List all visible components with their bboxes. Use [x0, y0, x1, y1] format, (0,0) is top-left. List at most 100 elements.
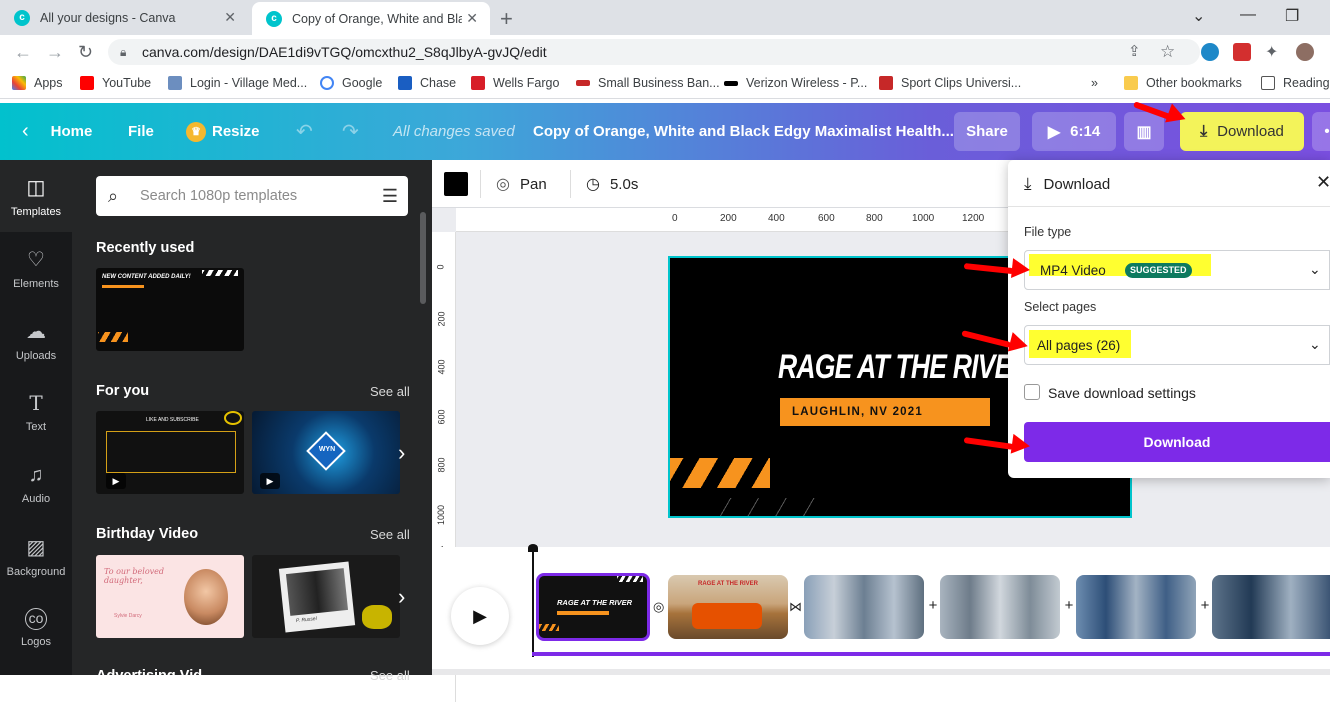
- for-you-see-all-link[interactable]: See all: [370, 384, 410, 399]
- undo-icon[interactable]: ↶: [296, 103, 313, 160]
- bookmark-star-icon[interactable]: ☆: [1160, 42, 1175, 62]
- bookmark-reading-list[interactable]: Reading: [1261, 76, 1330, 90]
- ruler-tick-label: 0: [435, 264, 446, 270]
- profile-avatar[interactable]: [1296, 43, 1314, 61]
- filter-sliders-icon[interactable]: ☰: [382, 176, 398, 216]
- rail-templates[interactable]: ◫ Templates: [0, 160, 72, 232]
- timeline-clip-5[interactable]: [1076, 575, 1196, 639]
- bookmarks-overflow-button[interactable]: »: [1091, 76, 1098, 90]
- thumb-text: WYN: [318, 446, 336, 453]
- crown-icon: ♛: [186, 121, 206, 142]
- playhead[interactable]: [532, 547, 534, 657]
- bookmark-wells-fargo[interactable]: Wells Fargo: [471, 76, 559, 90]
- present-button[interactable]: ▶ 6:14: [1032, 112, 1116, 151]
- file-type-select[interactable]: MP4 Video SUGGESTED ⌄: [1024, 250, 1330, 290]
- birthday-template-2[interactable]: P. Russel: [252, 555, 400, 638]
- share-page-icon[interactable]: ⇪: [1128, 42, 1141, 60]
- bookmark-chase[interactable]: Chase: [398, 76, 456, 90]
- subline-banner[interactable]: LAUGHLIN, NV 2021: [780, 398, 990, 426]
- thumb-hexagon: [224, 411, 242, 425]
- advertising-see-all-link[interactable]: See all: [370, 668, 410, 683]
- timeline-clip-1-selected[interactable]: RAGE AT THE RIVER: [536, 573, 650, 641]
- file-menu-button[interactable]: File: [128, 103, 154, 160]
- bookmark-label: Wells Fargo: [493, 76, 560, 90]
- tab-search-chevron-icon[interactable]: ⌄: [1192, 6, 1205, 26]
- duration-button[interactable]: ◷ 5.0s: [586, 174, 638, 194]
- panel-scrollbar[interactable]: [420, 212, 426, 304]
- select-pages-dropdown[interactable]: All pages (26) ⌄: [1024, 325, 1330, 365]
- bookmark-youtube[interactable]: YouTube: [80, 76, 151, 90]
- home-label: Home: [50, 123, 93, 140]
- divider: [1008, 206, 1330, 207]
- template-search-input[interactable]: ⌕ Search 1080p templates ☰: [96, 176, 408, 216]
- url-field[interactable]: 🔒︎ canva.com/design/DAE1di9vTGQ/omcxthu2…: [108, 39, 1200, 65]
- thumb-photo: [285, 568, 349, 616]
- download-submit-button[interactable]: Download: [1024, 422, 1330, 462]
- restore-icon[interactable]: ❐: [1285, 6, 1299, 26]
- bookmark-sport-clips[interactable]: Sport Clips Universi...: [879, 76, 1021, 90]
- skype-extension-icon[interactable]: [1201, 43, 1219, 61]
- rail-background[interactable]: ▨ Background: [0, 520, 72, 592]
- browser-tab-all-designs[interactable]: c All your designs - Canva ✕: [0, 0, 248, 35]
- new-tab-icon[interactable]: +: [500, 6, 513, 32]
- bookmark-apps[interactable]: Apps: [12, 76, 63, 90]
- more-button[interactable]: •: [1312, 112, 1330, 151]
- timeline-clip-3[interactable]: [804, 575, 924, 639]
- birthday-next-chevron-icon[interactable]: ›: [398, 584, 405, 610]
- insights-button[interactable]: ▥: [1124, 112, 1164, 151]
- timeline-play-button[interactable]: ▶: [451, 587, 509, 645]
- thumb-text: NEW CONTENT ADDED DAILY!: [102, 274, 191, 280]
- wells-fargo-icon: [471, 76, 485, 90]
- home-button[interactable]: ‹ Home: [22, 103, 92, 160]
- ruler-tick-label: 0: [672, 213, 678, 224]
- rail-logos[interactable]: co Logos: [0, 592, 72, 664]
- bookmark-other[interactable]: Other bookmarks: [1124, 76, 1242, 90]
- transition-icon[interactable]: ⋈: [789, 599, 802, 615]
- recent-template-thumb[interactable]: NEW CONTENT ADDED DAILY!: [96, 268, 244, 351]
- pan-label: Pan: [519, 175, 547, 193]
- close-icon[interactable]: ✕: [1316, 172, 1330, 193]
- rail-uploads[interactable]: ☁ Uploads: [0, 304, 72, 376]
- forward-arrow-icon[interactable]: →: [46, 42, 64, 63]
- for-you-template-2[interactable]: WYN ▶: [252, 411, 400, 494]
- timeline-progress-track[interactable]: [532, 652, 1330, 656]
- browser-tab-copy-design[interactable]: c Copy of Orange, White and Black ✕: [252, 2, 490, 35]
- headline-text[interactable]: RAGE AT THE RIVER: [778, 348, 1031, 387]
- tab-close-icon[interactable]: ✕: [466, 10, 478, 27]
- transition-icon[interactable]: ◎: [653, 599, 664, 615]
- acrobat-extension-icon[interactable]: [1233, 43, 1251, 61]
- rail-audio[interactable]: ♫ Audio: [0, 448, 72, 520]
- timeline-clip-6[interactable]: [1212, 575, 1330, 639]
- background-color-swatch[interactable]: [444, 172, 468, 196]
- bookmark-village-med[interactable]: Login - Village Med...: [168, 76, 307, 90]
- document-title[interactable]: Copy of Orange, White and Black Edgy Max…: [533, 123, 954, 140]
- resize-button[interactable]: ♛ Resize: [186, 103, 260, 160]
- village-med-icon: [168, 76, 182, 90]
- tab-close-icon[interactable]: ✕: [224, 9, 236, 26]
- download-header-button[interactable]: ⤓ Download: [1180, 112, 1304, 151]
- rail-text[interactable]: T Text: [0, 376, 72, 448]
- bookmark-google[interactable]: Google: [320, 76, 382, 90]
- timeline-clip-4[interactable]: [940, 575, 1060, 639]
- birthday-template-1[interactable]: To our beloved daughter, Sylvie Darcy: [96, 555, 244, 638]
- back-arrow-icon[interactable]: ←: [14, 42, 32, 63]
- timeline: ▶ RAGE AT THE RIVER ◎ RAGE AT THE RIVER …: [432, 544, 1330, 675]
- timeline-clip-2[interactable]: RAGE AT THE RIVER: [668, 575, 788, 639]
- for-you-next-chevron-icon[interactable]: ›: [398, 440, 405, 466]
- reload-icon[interactable]: ↻: [78, 42, 93, 63]
- share-button[interactable]: Share: [954, 112, 1020, 151]
- rail-elements[interactable]: ♡ Elements: [0, 232, 72, 304]
- minimize-icon[interactable]: —: [1240, 6, 1256, 24]
- bookmark-verizon[interactable]: Verizon Wireless - P...: [724, 76, 867, 90]
- chevron-down-icon: ⌄: [1309, 336, 1321, 352]
- download-panel: ⤓ Download ✕ File type MP4 Video SUGGEST…: [1008, 160, 1330, 478]
- extensions-puzzle-icon[interactable]: ✦: [1265, 42, 1278, 62]
- redo-icon[interactable]: ↷: [342, 103, 359, 160]
- for-you-template-1[interactable]: LIKE AND SUBSCRIBE ▶: [96, 411, 244, 494]
- save-settings-checkbox[interactable]: [1024, 384, 1040, 400]
- timeline-scrollbar[interactable]: [432, 669, 1330, 675]
- bookmark-small-business[interactable]: Small Business Ban...: [576, 76, 720, 90]
- birthday-see-all-link[interactable]: See all: [370, 527, 410, 542]
- pan-animation-button[interactable]: ◎ Pan: [496, 174, 547, 194]
- playhead-handle[interactable]: [528, 544, 538, 552]
